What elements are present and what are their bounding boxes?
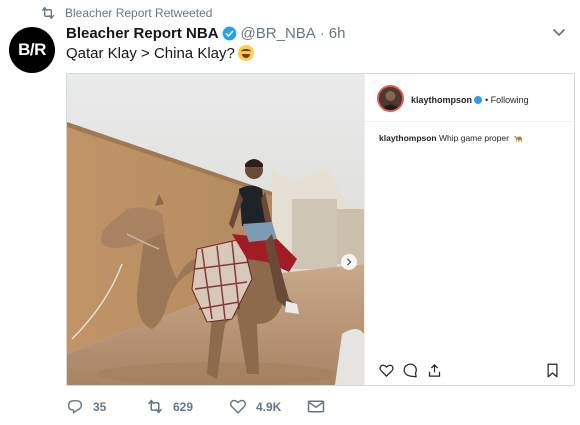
retweet-context-label: Bleacher Report Retweeted — [65, 6, 213, 20]
next-photo-button[interactable] — [341, 254, 357, 270]
laughing-emoji-icon — [237, 45, 254, 61]
instagram-verified-icon — [474, 96, 483, 104]
account-handle[interactable]: @BR_NBA — [241, 25, 316, 42]
envelope-icon — [307, 400, 325, 413]
separator-dot: · — [319, 25, 325, 42]
heart-icon — [229, 399, 247, 414]
camel-emoji-icon — [514, 136, 523, 142]
tweet-actions: 35 629 4.9K — [66, 398, 366, 418]
tweet-timestamp[interactable]: 6h — [329, 25, 346, 42]
tweet-text: Qatar Klay > China Klay? — [66, 45, 254, 62]
tweet-header: Bleacher Report NBA @BR_NBA · 6h — [66, 25, 345, 42]
retweet-count: 629 — [173, 399, 194, 414]
instagram-avatar[interactable] — [377, 85, 404, 112]
chevron-down-icon[interactable] — [552, 28, 566, 38]
like-count: 4.9K — [256, 399, 282, 414]
following-status[interactable]: • Following — [485, 95, 529, 105]
camel-rider-photo[interactable] — [67, 74, 364, 385]
avatar-logo-text: B/R — [18, 40, 46, 59]
instagram-avatar-image — [379, 87, 402, 110]
like-button[interactable]: 4.9K — [229, 398, 281, 415]
retweet-icon — [148, 399, 162, 414]
instagram-username[interactable]: klaythompson — [411, 95, 483, 105]
tweet-text-body: Qatar Klay > China Klay? — [66, 45, 235, 62]
caption-username[interactable]: klaythompson — [379, 133, 437, 143]
verified-badge-icon — [222, 26, 236, 41]
reply-count: 35 — [93, 399, 107, 414]
instagram-username-text: klaythompson — [411, 95, 473, 105]
bookmark-icon[interactable] — [545, 363, 560, 378]
retweet-icon — [42, 6, 54, 19]
share-icon[interactable] — [427, 363, 442, 378]
account-name[interactable]: Bleacher Report NBA — [66, 25, 219, 42]
instagram-header: klaythompson • Following — [365, 74, 574, 122]
instagram-caption: klaythompson Whip game proper — [379, 133, 524, 143]
direct-message-button[interactable] — [307, 398, 334, 415]
caption-text: Whip game proper — [439, 133, 509, 143]
instagram-panel: klaythompson • Following klaythompson Wh… — [364, 74, 574, 385]
retweet-context[interactable]: Bleacher Report Retweeted — [40, 5, 212, 21]
heart-icon[interactable] — [379, 363, 394, 378]
retweet-button[interactable]: 629 — [146, 398, 193, 415]
comment-icon[interactable] — [403, 363, 418, 378]
chevron-right-icon — [346, 258, 352, 266]
reply-button[interactable]: 35 — [66, 398, 106, 415]
avatar[interactable]: B/R — [9, 27, 55, 73]
reply-icon — [67, 400, 83, 414]
instagram-actions — [365, 357, 574, 385]
instagram-embed-card[interactable]: klaythompson • Following klaythompson Wh… — [66, 73, 575, 386]
